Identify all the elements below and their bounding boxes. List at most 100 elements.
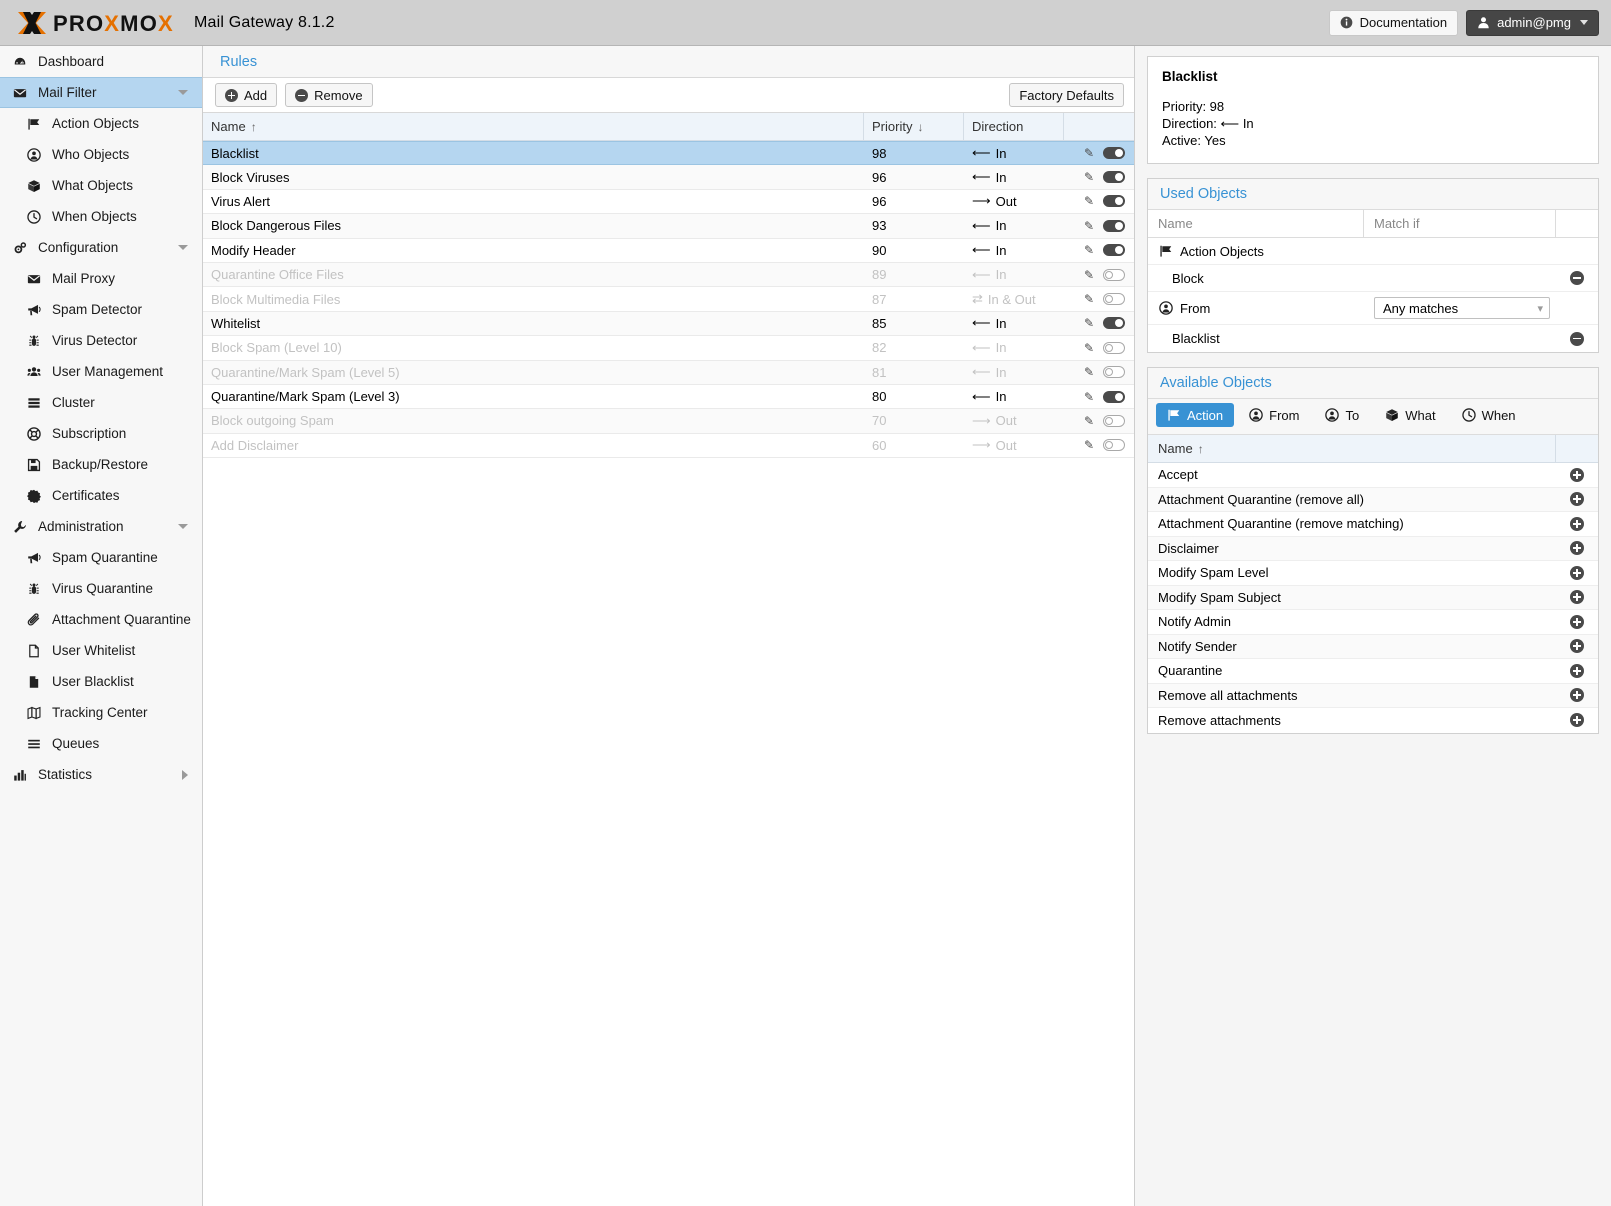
sidebar-item-spam-quarantine[interactable]: Spam Quarantine	[0, 542, 202, 573]
sidebar-item-virus-quarantine[interactable]: Virus Quarantine	[0, 573, 202, 604]
sidebar-item-administration[interactable]: Administration	[0, 511, 202, 542]
list-item[interactable]: Remove attachments	[1148, 708, 1598, 733]
sidebar-item-backup-restore[interactable]: Backup/Restore	[0, 449, 202, 480]
rule-active-toggle[interactable]	[1103, 317, 1125, 329]
rule-active-toggle[interactable]	[1103, 147, 1125, 159]
table-row[interactable]: Add Disclaimer60⟶Out✎	[203, 434, 1134, 458]
rule-active-toggle[interactable]	[1103, 293, 1125, 305]
tab-to[interactable]: To	[1314, 403, 1370, 427]
table-row[interactable]: Block Spam (Level 10)82⟵In✎	[203, 336, 1134, 360]
rule-active-toggle[interactable]	[1103, 342, 1125, 354]
sidebar-item-attachment-quarantine[interactable]: Attachment Quarantine	[0, 604, 202, 635]
edit-pencil-icon[interactable]: ✎	[1084, 341, 1094, 355]
edit-pencil-icon[interactable]: ✎	[1084, 243, 1094, 257]
add-object-icon[interactable]	[1570, 713, 1584, 727]
list-item[interactable]: Disclaimer	[1148, 537, 1598, 562]
edit-pencil-icon[interactable]: ✎	[1084, 316, 1094, 330]
list-item[interactable]: Notify Admin	[1148, 610, 1598, 635]
add-object-icon[interactable]	[1570, 468, 1584, 482]
list-item[interactable]: Modify Spam Subject	[1148, 586, 1598, 611]
table-row[interactable]: Modify Header90⟵In✎	[203, 239, 1134, 263]
table-row[interactable]: Blacklist98⟵In✎	[203, 141, 1134, 165]
remove-object-icon[interactable]	[1570, 332, 1584, 346]
edit-pencil-icon[interactable]: ✎	[1084, 390, 1094, 404]
rule-active-toggle[interactable]	[1103, 269, 1125, 281]
sidebar-item-who-objects[interactable]: Who Objects	[0, 139, 202, 170]
rule-active-toggle[interactable]	[1103, 415, 1125, 427]
list-item[interactable]: Notify Sender	[1148, 635, 1598, 660]
user-menu-button[interactable]: admin@pmg	[1466, 10, 1599, 36]
table-row[interactable]: Whitelist85⟵In✎	[203, 312, 1134, 336]
add-object-icon[interactable]	[1570, 615, 1584, 629]
used-object-item[interactable]: Block	[1148, 265, 1598, 292]
edit-pencil-icon[interactable]: ✎	[1084, 365, 1094, 379]
list-item[interactable]: Attachment Quarantine (remove matching)	[1148, 512, 1598, 537]
sidebar-item-queues[interactable]: Queues	[0, 728, 202, 759]
add-object-icon[interactable]	[1570, 517, 1584, 531]
add-object-icon[interactable]	[1570, 639, 1584, 653]
sidebar-item-action-objects[interactable]: Action Objects	[0, 108, 202, 139]
tab-what[interactable]: What	[1374, 403, 1446, 427]
sidebar-item-virus-detector[interactable]: Virus Detector	[0, 325, 202, 356]
table-row[interactable]: Block Viruses96⟵In✎	[203, 165, 1134, 189]
add-object-icon[interactable]	[1570, 590, 1584, 604]
sidebar-item-user-whitelist[interactable]: User Whitelist	[0, 635, 202, 666]
tab-action[interactable]: Action	[1156, 403, 1234, 427]
sidebar-item-spam-detector[interactable]: Spam Detector	[0, 294, 202, 325]
rule-active-toggle[interactable]	[1103, 195, 1125, 207]
sidebar-item-statistics[interactable]: Statistics	[0, 759, 202, 790]
remove-button[interactable]: Remove	[285, 83, 372, 107]
table-row[interactable]: Block Dangerous Files93⟵In✎	[203, 214, 1134, 238]
column-header-direction[interactable]: Direction	[964, 113, 1064, 140]
add-object-icon[interactable]	[1570, 566, 1584, 580]
sidebar-item-certificates[interactable]: Certificates	[0, 480, 202, 511]
sidebar-item-when-objects[interactable]: When Objects	[0, 201, 202, 232]
sidebar-item-mail-filter[interactable]: Mail Filter	[0, 77, 202, 108]
sidebar-item-subscription[interactable]: Subscription	[0, 418, 202, 449]
table-row[interactable]: Quarantine Office Files89⟵In✎	[203, 263, 1134, 287]
table-row[interactable]: Virus Alert96⟶Out✎	[203, 190, 1134, 214]
available-objects-column-name[interactable]: Name ↑	[1148, 435, 1556, 462]
tab-when[interactable]: When	[1451, 403, 1527, 427]
add-button[interactable]: Add	[215, 83, 277, 107]
add-object-icon[interactable]	[1570, 688, 1584, 702]
add-object-icon[interactable]	[1570, 664, 1584, 678]
rule-active-toggle[interactable]	[1103, 171, 1125, 183]
rule-active-toggle[interactable]	[1103, 220, 1125, 232]
rule-active-toggle[interactable]	[1103, 244, 1125, 256]
sidebar-item-what-objects[interactable]: What Objects	[0, 170, 202, 201]
edit-pencil-icon[interactable]: ✎	[1084, 414, 1094, 428]
sidebar-item-user-blacklist[interactable]: User Blacklist	[0, 666, 202, 697]
rule-active-toggle[interactable]	[1103, 366, 1125, 378]
list-item[interactable]: Quarantine	[1148, 659, 1598, 684]
remove-object-icon[interactable]	[1570, 271, 1584, 285]
add-object-icon[interactable]	[1570, 541, 1584, 555]
add-object-icon[interactable]	[1570, 492, 1584, 506]
sidebar-item-dashboard[interactable]: Dashboard	[0, 46, 202, 77]
sidebar-item-configuration[interactable]: Configuration	[0, 232, 202, 263]
sidebar-item-user-management[interactable]: User Management	[0, 356, 202, 387]
table-row[interactable]: Block Multimedia Files87⇄In & Out✎	[203, 287, 1134, 311]
match-if-select[interactable]: Any matches▾	[1374, 297, 1550, 319]
used-object-group[interactable]: Action Objects	[1148, 238, 1598, 265]
chevron-down-icon[interactable]	[178, 524, 188, 529]
used-object-item[interactable]: Blacklist	[1148, 325, 1598, 352]
chevron-right-icon[interactable]	[182, 770, 188, 780]
documentation-button[interactable]: Documentation	[1329, 10, 1458, 36]
rule-active-toggle[interactable]	[1103, 391, 1125, 403]
edit-pencil-icon[interactable]: ✎	[1084, 170, 1094, 184]
chevron-down-icon[interactable]	[178, 245, 188, 250]
column-header-priority[interactable]: Priority ↓	[864, 113, 964, 140]
edit-pencil-icon[interactable]: ✎	[1084, 219, 1094, 233]
table-row[interactable]: Block outgoing Spam70⟶Out✎	[203, 409, 1134, 433]
edit-pencil-icon[interactable]: ✎	[1084, 146, 1094, 160]
sidebar-item-tracking-center[interactable]: Tracking Center	[0, 697, 202, 728]
edit-pencil-icon[interactable]: ✎	[1084, 438, 1094, 452]
edit-pencil-icon[interactable]: ✎	[1084, 194, 1094, 208]
factory-defaults-button[interactable]: Factory Defaults	[1009, 83, 1124, 107]
sidebar-item-cluster[interactable]: Cluster	[0, 387, 202, 418]
list-item[interactable]: Attachment Quarantine (remove all)	[1148, 488, 1598, 513]
edit-pencil-icon[interactable]: ✎	[1084, 268, 1094, 282]
sidebar-item-mail-proxy[interactable]: Mail Proxy	[0, 263, 202, 294]
list-item[interactable]: Accept	[1148, 463, 1598, 488]
